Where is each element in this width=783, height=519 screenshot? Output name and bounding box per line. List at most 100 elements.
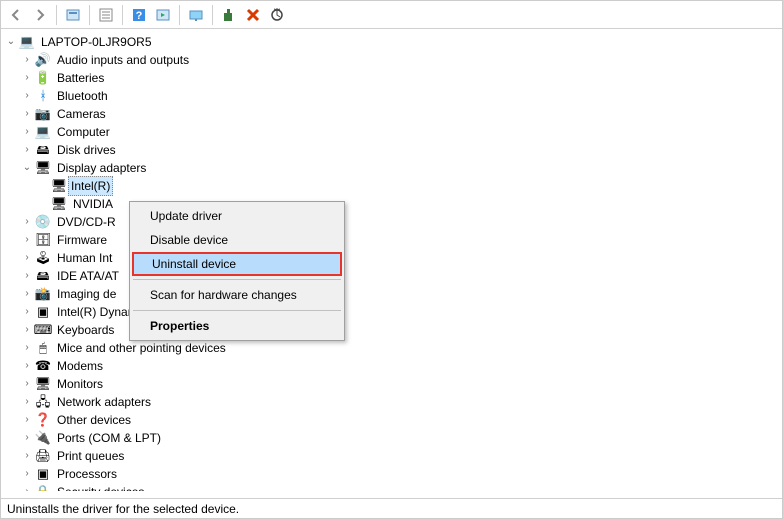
tree-label: Monitors [55, 375, 105, 393]
expand-icon[interactable]: › [19, 484, 35, 491]
context-menu-separator [133, 310, 341, 311]
toolbar-separator [89, 5, 90, 25]
expand-icon[interactable]: › [19, 88, 35, 104]
device-icon: 🖥 [51, 178, 67, 194]
tree-category-4[interactable]: ›💻Computer [1, 123, 782, 141]
expand-icon[interactable]: › [19, 430, 35, 446]
scan-button[interactable] [266, 4, 288, 26]
device-icon: 🖨 [35, 448, 51, 464]
tree-category-15[interactable]: ›☎Modems [1, 357, 782, 375]
expand-icon[interactable]: › [19, 142, 35, 158]
tree-label: Human Int [55, 249, 114, 267]
context-menu-item-scan-for-hardware-changes[interactable]: Scan for hardware changes [132, 283, 342, 307]
device-icon: 🔒 [35, 484, 51, 491]
device-icon: 💻 [35, 124, 51, 140]
tree-device-6-1[interactable]: 🖥NVIDIA [1, 195, 782, 213]
expand-icon[interactable]: › [19, 106, 35, 122]
toolbar: ? [1, 1, 782, 29]
remove-button[interactable] [242, 4, 264, 26]
expand-icon[interactable]: › [19, 304, 35, 320]
tree-label: Intel(R) [68, 176, 113, 196]
tree-device-6-0[interactable]: 🖥Intel(R) [1, 177, 782, 195]
tree-label: DVD/CD-R [55, 213, 118, 231]
tree-category-22[interactable]: ›🔒Security devices [1, 483, 782, 491]
tree-category-6[interactable]: ⌄🖥Display adapters [1, 159, 782, 177]
expand-icon[interactable]: › [19, 124, 35, 140]
tree-category-18[interactable]: ›❓Other devices [1, 411, 782, 429]
help-button[interactable]: ? [128, 4, 150, 26]
tree-category-17[interactable]: ›🖧Network adapters [1, 393, 782, 411]
tree-label: Firmware [55, 231, 109, 249]
expand-icon[interactable]: › [19, 70, 35, 86]
tree-label: Batteries [55, 69, 106, 87]
tree-category-16[interactable]: ›🖥Monitors [1, 375, 782, 393]
context-menu-item-properties[interactable]: Properties [132, 314, 342, 338]
view-button[interactable] [185, 4, 207, 26]
tree-category-20[interactable]: ›🖨Print queues [1, 447, 782, 465]
status-text: Uninstalls the driver for the selected d… [7, 502, 239, 516]
tree-label: Bluetooth [55, 87, 110, 105]
device-tree[interactable]: ⌄💻LAPTOP-0LJR9OR5›🔊Audio inputs and outp… [1, 29, 782, 491]
show-hidden-button[interactable] [62, 4, 84, 26]
tree-label: Network adapters [55, 393, 153, 411]
expand-icon[interactable]: › [19, 52, 35, 68]
tree-category-2[interactable]: ›ᚼBluetooth [1, 87, 782, 105]
tree-label: Keyboards [55, 321, 116, 339]
tree-category-8[interactable]: ›🗄Firmware [1, 231, 782, 249]
properties-button[interactable] [95, 4, 117, 26]
context-menu-item-uninstall-device[interactable]: Uninstall device [132, 252, 342, 276]
tree-label: Imaging de [55, 285, 118, 303]
expand-icon[interactable]: › [19, 214, 35, 230]
tree-spacer [35, 196, 51, 212]
tree-category-5[interactable]: ›🖴Disk drives [1, 141, 782, 159]
toolbar-separator [56, 5, 57, 25]
expand-icon[interactable]: › [19, 340, 35, 356]
toolbar-separator [212, 5, 213, 25]
tree-category-7[interactable]: ›💿DVD/CD-R [1, 213, 782, 231]
collapse-icon[interactable]: ⌄ [19, 160, 35, 176]
tree-label: Other devices [55, 411, 133, 429]
context-menu-item-update-driver[interactable]: Update driver [132, 204, 342, 228]
expand-icon[interactable]: › [19, 268, 35, 284]
expand-icon[interactable]: › [19, 412, 35, 428]
tree-category-11[interactable]: ›📸Imaging de [1, 285, 782, 303]
expand-icon[interactable]: › [19, 466, 35, 482]
tree-category-1[interactable]: ›🔋Batteries [1, 69, 782, 87]
tree-category-9[interactable]: ›🕹Human Int [1, 249, 782, 267]
tree-category-3[interactable]: ›📷Cameras [1, 105, 782, 123]
tree-label: Disk drives [55, 141, 118, 159]
toolbar-separator [179, 5, 180, 25]
tree-label: LAPTOP-0LJR9OR5 [39, 33, 154, 51]
device-icon: 🖥 [35, 376, 51, 392]
tree-root[interactable]: ⌄💻LAPTOP-0LJR9OR5 [1, 33, 782, 51]
expand-icon[interactable]: › [19, 394, 35, 410]
expand-icon[interactable]: › [19, 286, 35, 302]
device-icon: 🖱 [35, 340, 51, 356]
tree-category-10[interactable]: ›🖴IDE ATA/AT [1, 267, 782, 285]
tree-category-21[interactable]: ›▣Processors [1, 465, 782, 483]
expand-icon[interactable]: › [19, 376, 35, 392]
collapse-icon[interactable]: ⌄ [3, 34, 19, 50]
tree-label: IDE ATA/AT [55, 267, 121, 285]
tree-category-19[interactable]: ›🔌Ports (COM & LPT) [1, 429, 782, 447]
device-icon: 🖴 [35, 268, 51, 284]
device-icon: 🖥 [51, 196, 67, 212]
tree-category-0[interactable]: ›🔊Audio inputs and outputs [1, 51, 782, 69]
expand-icon[interactable]: › [19, 358, 35, 374]
expand-icon[interactable]: › [19, 250, 35, 266]
context-menu-item-disable-device[interactable]: Disable device [132, 228, 342, 252]
tree-category-12[interactable]: ›▣Intel(R) Dynamic Platform and Thermal … [1, 303, 782, 321]
add-legacy-button[interactable] [218, 4, 240, 26]
expand-icon[interactable]: › [19, 322, 35, 338]
device-icon: 🕹 [35, 250, 51, 266]
tree-label: Cameras [55, 105, 108, 123]
tree-category-14[interactable]: ›🖱Mice and other pointing devices [1, 339, 782, 357]
back-button[interactable] [5, 4, 27, 26]
tree-category-13[interactable]: ›⌨Keyboards [1, 321, 782, 339]
forward-button[interactable] [29, 4, 51, 26]
device-icon: 🖥 [35, 160, 51, 176]
expand-icon[interactable]: › [19, 232, 35, 248]
expand-icon[interactable]: › [19, 448, 35, 464]
status-bar: Uninstalls the driver for the selected d… [1, 498, 782, 518]
action-button[interactable] [152, 4, 174, 26]
